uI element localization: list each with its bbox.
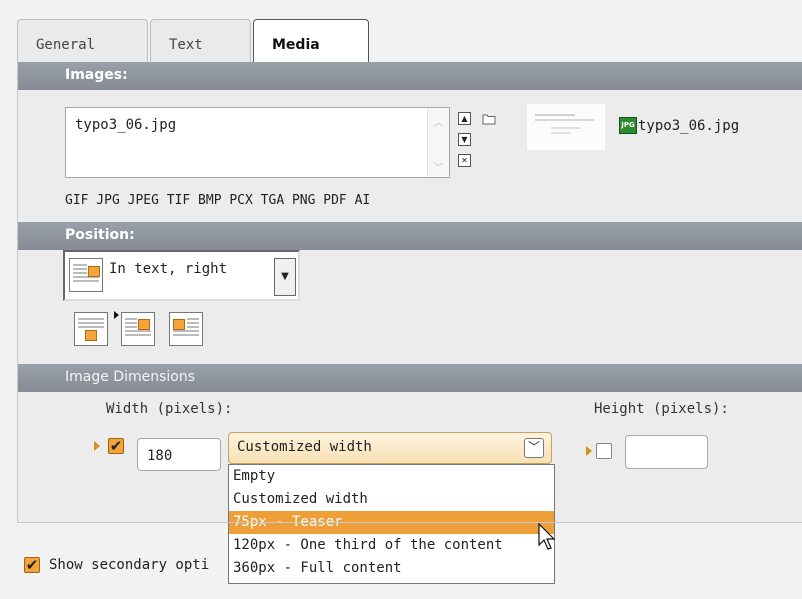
list-scrollbar[interactable]: ︿ ﹀: [427, 108, 449, 177]
selected-marker-icon: [114, 311, 119, 319]
move-up-button[interactable]: ▲: [458, 112, 471, 125]
tab-general-label: General: [36, 37, 96, 53]
chevron-down-icon[interactable]: ▼: [274, 258, 296, 296]
mouse-cursor-icon: [538, 523, 556, 550]
position-in-text-right-icon[interactable]: [121, 312, 155, 346]
width-option-empty[interactable]: Empty: [229, 465, 554, 488]
height-enable-checkbox[interactable]: [596, 443, 612, 459]
image-files-list[interactable]: typo3_06.jpg ︿ ﹀: [65, 107, 450, 178]
height-input[interactable]: [625, 435, 708, 469]
width-options-dropdown: Empty Customized width 75px - Teaser 120…: [228, 464, 555, 584]
folder-icon[interactable]: [482, 113, 496, 125]
width-mode-select[interactable]: Customized width ﹀: [228, 432, 552, 464]
position-section-header: Position:: [18, 222, 802, 250]
image-file-value: typo3_06.jpg: [75, 117, 177, 133]
images-section-title: Images:: [65, 67, 128, 83]
panel-bottom-divider: [17, 522, 802, 523]
dimensions-section-title: Image Dimensions: [65, 369, 196, 385]
dimensions-section-header: Image Dimensions: [18, 364, 802, 392]
in-text-right-icon: [69, 258, 103, 292]
width-enable-checkbox[interactable]: ✔: [108, 438, 124, 454]
position-selected-label: In text, right: [109, 261, 228, 277]
position-section-title: Position:: [65, 227, 135, 243]
position-in-text-left-icon[interactable]: [169, 312, 203, 346]
height-label: Height (pixels):: [594, 401, 729, 417]
scroll-down-icon[interactable]: ﹀: [428, 159, 449, 174]
show-secondary-label[interactable]: Show secondary opti: [49, 557, 209, 573]
tab-text-label: Text: [169, 37, 203, 53]
remove-button[interactable]: ✕: [458, 154, 471, 167]
position-below-center-icon[interactable]: [74, 312, 108, 346]
width-expand-arrow-icon[interactable]: [94, 441, 100, 451]
position-select[interactable]: In text, right ▼: [63, 250, 300, 301]
height-expand-arrow-icon[interactable]: [586, 446, 592, 456]
image-filename[interactable]: typo3_06.jpg: [638, 118, 739, 134]
move-down-button[interactable]: ▼: [458, 133, 471, 146]
scroll-up-icon[interactable]: ︿: [428, 114, 449, 129]
tab-media-label: Media: [272, 37, 320, 53]
show-secondary-checkbox[interactable]: ✔: [24, 557, 40, 573]
image-thumbnail: [527, 104, 605, 150]
chevron-down-icon[interactable]: ﹀: [524, 438, 544, 458]
allowed-file-types: GIF JPG JPEG TIF BMP PCX TGA PNG PDF AI: [65, 193, 371, 208]
tab-media[interactable]: Media: [253, 19, 369, 64]
width-option-customized[interactable]: Customized width: [229, 488, 554, 511]
width-option-one-third[interactable]: 120px - One third of the content: [229, 534, 554, 557]
width-label: Width (pixels):: [106, 401, 233, 417]
width-input-value: 180: [147, 448, 173, 464]
tab-text[interactable]: Text: [150, 19, 251, 63]
images-section-header: Images:: [18, 62, 802, 90]
width-input[interactable]: 180: [137, 438, 221, 471]
width-mode-selected: Customized width: [237, 439, 372, 455]
jpg-file-icon: JPG: [619, 117, 637, 134]
width-option-full-content[interactable]: 360px - Full content: [229, 557, 554, 580]
tab-general[interactable]: General: [17, 19, 148, 63]
